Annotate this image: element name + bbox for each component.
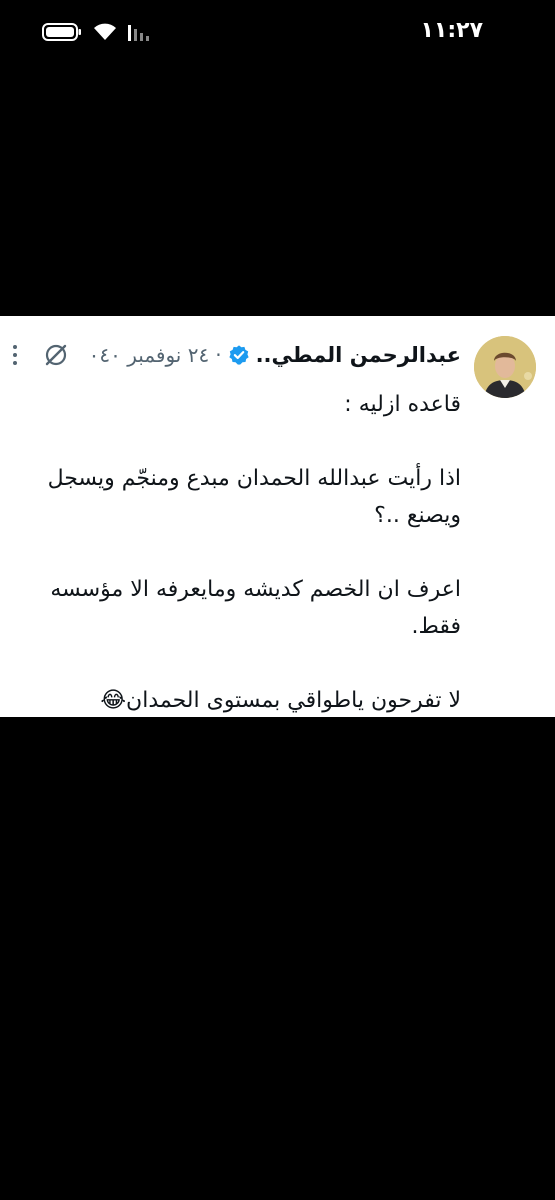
verified-badge-icon [228, 345, 249, 365]
grok-icon[interactable] [43, 342, 69, 368]
author-name[interactable]: عبدالرحمن المطي.. [256, 343, 461, 367]
avatar[interactable] [474, 336, 536, 398]
tweet-line: فقط. [411, 614, 461, 639]
avatar-image [474, 336, 536, 398]
tweet-line-blank [16, 645, 461, 682]
battery-icon [42, 23, 81, 41]
tweet-line-blank [16, 534, 461, 571]
tweet-header: عبدالرحمن المطي.. · ٢٤ نوفمبر ٠٤٠ [11, 338, 461, 372]
status-icons [42, 22, 150, 42]
separator-dot: · [215, 343, 222, 367]
signal-icon [128, 25, 149, 41]
status-bar: ١١:٢٧ [0, 0, 555, 70]
tweet-line-blank [16, 423, 461, 460]
tweet-timestamp[interactable]: ٢٤ نوفمبر ٠٤٠ [89, 343, 210, 367]
tweet-line: قاعده ازليه : [344, 392, 461, 417]
tweet-card[interactable]: عبدالرحمن المطي.. · ٢٤ نوفمبر ٠٤٠ قاعده … [0, 316, 555, 717]
status-time: ١١:٢٧ [420, 18, 483, 43]
more-options-icon[interactable] [11, 344, 19, 366]
tweet-line: اذا رأيت عبدالله الحمدان مبدع ومنجّم ويس… [47, 466, 461, 491]
tweet-line: لا تفرحون ياطواقي بمستوى الحمدان😂 [100, 688, 461, 713]
tweet-line: اعرف ان الخصم كديشه ومايعرفه الا مؤسسه [50, 577, 461, 602]
wifi-icon [94, 23, 116, 40]
tweet-line: ويصنع ..؟ [374, 503, 461, 528]
tweet-text: قاعده ازليه : اذا رأيت عبدالله الحمدان م… [16, 386, 461, 719]
